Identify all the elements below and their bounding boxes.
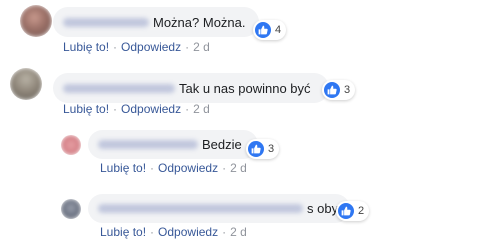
comment-actions: Lubię to! · Odpowiedz · 2 d: [100, 225, 247, 239]
comment-text: Bedzie: [202, 137, 242, 152]
thumbs-up-icon: [324, 82, 340, 98]
timestamp[interactable]: 2 d: [193, 102, 210, 116]
reaction-count: 3: [268, 143, 275, 155]
reaction-summary[interactable]: 3: [246, 139, 280, 159]
comment-text: Można? Można.: [153, 14, 246, 30]
comment-bubble: Tak u nas powinno być: [53, 73, 329, 103]
author-name[interactable]: [63, 17, 149, 27]
thumbs-up-icon: [248, 141, 264, 157]
comment-bubble: s oby: [88, 194, 350, 223]
like-link[interactable]: Lubię to!: [63, 40, 109, 54]
like-link[interactable]: Lubię to!: [100, 225, 146, 239]
reaction-count: 2: [358, 205, 365, 217]
author-name[interactable]: [98, 204, 303, 213]
avatar[interactable]: [20, 5, 52, 37]
comment-text: s oby: [307, 201, 339, 216]
author-name[interactable]: [63, 83, 175, 93]
reaction-count: 4: [275, 24, 282, 36]
comment-text: Tak u nas powinno być: [179, 80, 311, 96]
timestamp[interactable]: 2 d: [193, 40, 210, 54]
timestamp[interactable]: 2 d: [230, 225, 247, 239]
timestamp[interactable]: 2 d: [230, 161, 247, 175]
reaction-count: 3: [344, 84, 351, 96]
reply-link[interactable]: Odpowiedz: [121, 40, 181, 54]
thumbs-up-icon: [338, 203, 354, 219]
comment-bubble: Bedzie: [88, 130, 258, 159]
avatar[interactable]: [10, 68, 42, 100]
avatar[interactable]: [61, 199, 81, 219]
reply-link[interactable]: Odpowiedz: [158, 225, 218, 239]
comment-actions: Lubię to! · Odpowiedz · 2 d: [63, 40, 210, 54]
reaction-summary[interactable]: 2: [336, 201, 370, 221]
reply-link[interactable]: Odpowiedz: [158, 161, 218, 175]
thumbs-up-icon: [255, 22, 271, 38]
reaction-summary[interactable]: 3: [322, 80, 356, 100]
reply-link[interactable]: Odpowiedz: [121, 102, 181, 116]
reaction-summary[interactable]: 4: [253, 20, 287, 40]
avatar[interactable]: [61, 135, 81, 155]
author-name[interactable]: [98, 140, 198, 149]
comment-bubble: Można? Można.: [53, 7, 259, 37]
like-link[interactable]: Lubię to!: [100, 161, 146, 175]
like-link[interactable]: Lubię to!: [63, 102, 109, 116]
comment-actions: Lubię to! · Odpowiedz · 2 d: [100, 161, 247, 175]
comment-actions: Lubię to! · Odpowiedz · 2 d: [63, 102, 210, 116]
